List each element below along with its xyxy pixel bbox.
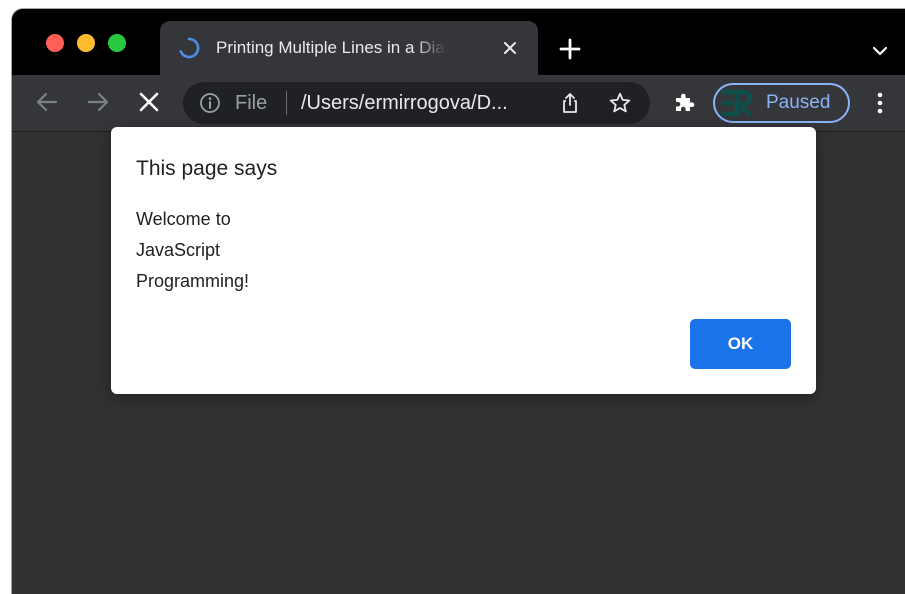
ok-button[interactable]: OK xyxy=(690,319,791,369)
puzzle-icon[interactable] xyxy=(672,90,696,114)
close-window-button[interactable] xyxy=(46,34,64,52)
dialog-message-line: Programming! xyxy=(136,271,250,291)
stop-icon[interactable] xyxy=(136,89,162,115)
minimize-window-button[interactable] xyxy=(77,34,95,52)
tab-strip: Printing Multiple Lines in a Dialog Box xyxy=(12,9,905,75)
url-text[interactable]: /Users/ermirrogova/D... xyxy=(301,91,543,115)
close-icon[interactable] xyxy=(498,36,522,60)
er-avatar-icon xyxy=(721,89,753,117)
more-vert-icon[interactable] xyxy=(868,90,892,116)
dialog-message: Welcome to JavaScript Programming! xyxy=(136,204,249,297)
alert-dialog: This page says Welcome to JavaScript Pro… xyxy=(111,127,816,394)
address-bar[interactable]: File /Users/ermirrogova/D... xyxy=(183,82,650,124)
omnibox-divider xyxy=(286,91,287,115)
url-scheme: File xyxy=(235,92,268,114)
dialog-heading: This page says xyxy=(136,157,278,180)
share-icon[interactable] xyxy=(558,91,582,115)
tab-title: Printing Multiple Lines in a Dialog Box xyxy=(216,38,446,57)
info-icon[interactable] xyxy=(199,92,221,114)
star-icon[interactable] xyxy=(608,91,632,115)
desktop: Printing Multiple Lines in a Dialog Box xyxy=(0,0,905,594)
dialog-message-line: JavaScript xyxy=(136,240,221,260)
loading-spinner-icon xyxy=(177,36,201,60)
profile-button[interactable]: Paused xyxy=(713,83,850,123)
chevron-down-icon[interactable] xyxy=(868,39,892,63)
back-arrow-icon[interactable] xyxy=(34,89,60,115)
maximize-window-button[interactable] xyxy=(108,34,126,52)
forward-arrow-icon[interactable] xyxy=(85,89,111,115)
profile-status-label: Paused xyxy=(766,92,831,113)
toolbar: File /Users/ermirrogova/D... Paused xyxy=(12,75,905,132)
dialog-message-line: Welcome to xyxy=(136,209,231,229)
tab-active[interactable]: Printing Multiple Lines in a Dialog Box xyxy=(160,21,538,75)
plus-icon[interactable] xyxy=(558,37,582,61)
